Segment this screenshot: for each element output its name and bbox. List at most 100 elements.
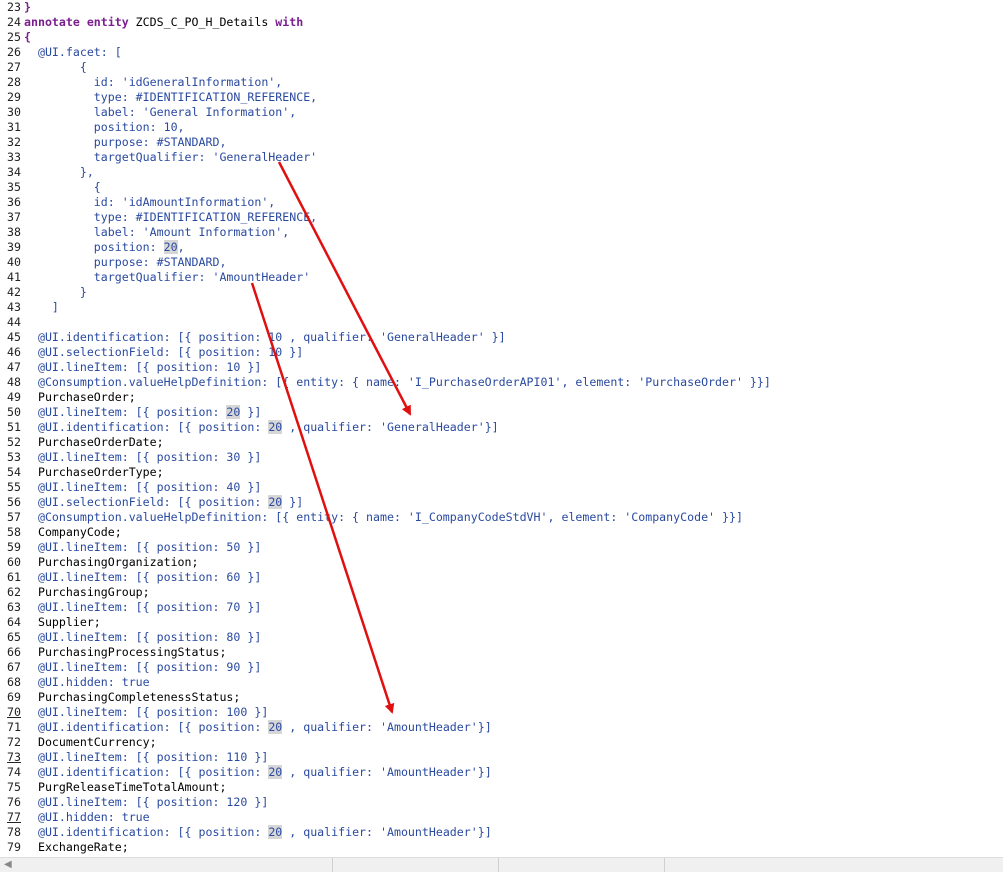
scroll-left-icon[interactable]: ◀ <box>4 859 12 870</box>
code-line[interactable]: 27 { <box>0 60 87 75</box>
line-number: 66 <box>7 645 21 659</box>
code-text: @UI.lineItem: [{ position: 70 }] <box>24 600 262 614</box>
code-line[interactable]: 32 purpose: #STANDARD, <box>0 135 226 150</box>
line-number: 41 <box>7 270 21 284</box>
code-text: @UI.lineItem: [{ position: 90 }] <box>24 660 262 674</box>
line-number: 77 <box>7 810 21 824</box>
code-line[interactable]: 38 label: 'Amount Information', <box>0 225 289 240</box>
code-line[interactable]: 29 type: #IDENTIFICATION_REFERENCE, <box>0 90 317 105</box>
code-line[interactable]: 56 @UI.selectionField: [{ position: 20 }… <box>0 495 303 510</box>
code-editor[interactable]: 23} 24 annotate entity ZCDS_C_PO_H_Details… <box>0 0 1003 857</box>
code-text: @UI.identification: [{ position: 20 , qu… <box>24 420 499 434</box>
code-text: @UI.lineItem: [{ position: 80 }] <box>24 630 262 644</box>
code-text: }, <box>24 165 94 179</box>
code-line[interactable]: 52 PurchaseOrderDate; <box>0 435 164 450</box>
code-line[interactable]: 49 PurchaseOrder; <box>0 390 136 405</box>
code-line[interactable]: 33 targetQualifier: 'GeneralHeader' <box>0 150 317 165</box>
code-text: @UI.selectionField: [{ position: 10 }] <box>24 345 304 359</box>
code-line[interactable]: 35 { <box>0 180 101 195</box>
line-number: 38 <box>7 225 21 239</box>
code-line[interactable]: 50 @UI.lineItem: [{ position: 20 }] <box>0 405 261 420</box>
code-line[interactable]: 70 @UI.lineItem: [{ position: 100 }] <box>0 705 268 720</box>
code-line[interactable]: 67 @UI.lineItem: [{ position: 90 }] <box>0 660 261 675</box>
line-number: 31 <box>7 120 21 134</box>
code-line[interactable]: 69 PurchasingCompletenessStatus; <box>0 690 240 705</box>
code-text: purpose: #STANDARD, <box>24 135 227 149</box>
code-line[interactable]: 77 @UI.hidden: true <box>0 810 150 825</box>
line-number: 74 <box>7 765 21 779</box>
line-number: 64 <box>7 615 21 629</box>
code-line[interactable]: 72 DocumentCurrency; <box>0 735 157 750</box>
code-line[interactable]: 73 @UI.lineItem: [{ position: 110 }] <box>0 750 268 765</box>
code-line[interactable]: 74 @UI.identification: [{ position: 20 ,… <box>0 765 492 780</box>
code-line[interactable]: 36 id: 'idAmountInformation', <box>0 195 275 210</box>
code-line[interactable]: 40 purpose: #STANDARD, <box>0 255 226 270</box>
code-line[interactable]: 71 @UI.identification: [{ position: 20 ,… <box>0 720 492 735</box>
line-number: 47 <box>7 360 21 374</box>
code-line[interactable]: 58 CompanyCode; <box>0 525 122 540</box>
line-number: 50 <box>7 405 21 419</box>
code-line[interactable]: 64 Supplier; <box>0 615 101 630</box>
code-text: } <box>24 285 87 299</box>
code-text: @UI.hidden: true <box>24 675 150 689</box>
code-text: @UI.selectionField: [{ position: 20 }] <box>24 495 304 509</box>
code-text: position: 10, <box>24 120 185 134</box>
code-line[interactable]: 44 <box>0 315 24 330</box>
code-line[interactable]: 30 label: 'General Information', <box>0 105 296 120</box>
code-line[interactable]: 62 PurchasingGroup; <box>0 585 150 600</box>
code-line[interactable]: 42 } <box>0 285 87 300</box>
code-line[interactable]: 26 @UI.facet: [ <box>0 45 122 60</box>
code-line[interactable]: 23} <box>0 0 31 15</box>
code-line[interactable]: 61 @UI.lineItem: [{ position: 60 }] <box>0 570 261 585</box>
code-text: type: #IDENTIFICATION_REFERENCE, <box>24 90 318 104</box>
code-line[interactable]: 79 ExchangeRate; <box>0 840 129 855</box>
code-line[interactable]: 47 @UI.lineItem: [{ position: 10 }] <box>0 360 261 375</box>
code-line[interactable]: 45 @UI.identification: [{ position: 10 ,… <box>0 330 506 345</box>
code-text: { <box>24 180 101 194</box>
line-number: 34 <box>7 165 21 179</box>
line-number: 78 <box>7 825 21 839</box>
code-line[interactable]: 63 @UI.lineItem: [{ position: 70 }] <box>0 600 261 615</box>
line-number: 69 <box>7 690 21 704</box>
code-line[interactable]: 75 PurgReleaseTimeTotalAmount; <box>0 780 226 795</box>
code-line[interactable]: 37 type: #IDENTIFICATION_REFERENCE, <box>0 210 317 225</box>
code-text: @UI.identification: [{ position: 20 , qu… <box>24 720 492 734</box>
code-line[interactable]: 55 @UI.lineItem: [{ position: 40 }] <box>0 480 261 495</box>
code-text: @UI.lineItem: [{ position: 40 }] <box>24 480 262 494</box>
code-line[interactable]: 41 targetQualifier: 'AmountHeader' <box>0 270 310 285</box>
code-line[interactable]: 46 @UI.selectionField: [{ position: 10 }… <box>0 345 303 360</box>
code-line[interactable]: 66 PurchasingProcessingStatus; <box>0 645 226 660</box>
code-line[interactable]: 51 @UI.identification: [{ position: 20 ,… <box>0 420 499 435</box>
code-line[interactable]: 25{ <box>0 30 31 45</box>
code-line[interactable]: 24 annotate entity ZCDS_C_PO_H_Details wi… <box>0 15 303 30</box>
code-text: @UI.lineItem: [{ position: 10 }] <box>24 360 262 374</box>
line-number: 79 <box>7 840 21 854</box>
code-text: ExchangeRate; <box>24 840 129 854</box>
code-line[interactable]: 53 @UI.lineItem: [{ position: 30 }] <box>0 450 261 465</box>
code-line[interactable]: 39 position: 20, <box>0 240 185 255</box>
line-number: 52 <box>7 435 21 449</box>
code-line[interactable]: 28 id: 'idGeneralInformation', <box>0 75 282 90</box>
line-number: 36 <box>7 195 21 209</box>
code-line[interactable]: 65 @UI.lineItem: [{ position: 80 }] <box>0 630 261 645</box>
line-number: 54 <box>7 465 21 479</box>
line-number: 59 <box>7 540 21 554</box>
code-line[interactable]: 76 @UI.lineItem: [{ position: 120 }] <box>0 795 268 810</box>
code-line[interactable]: 60 PurchasingOrganization; <box>0 555 198 570</box>
code-line[interactable]: 57 @Consumption.valueHelpDefinition: [{ … <box>0 510 743 525</box>
line-number: 28 <box>7 75 21 89</box>
code-line[interactable]: 78 @UI.identification: [{ position: 20 ,… <box>0 825 492 840</box>
code-text: @UI.lineItem: [{ position: 60 }] <box>24 570 262 584</box>
code-line[interactable]: 31 position: 10, <box>0 120 185 135</box>
code-line[interactable]: 48 @Consumption.valueHelpDefinition: [{ … <box>0 375 771 390</box>
line-number: 33 <box>7 150 21 164</box>
line-number: 45 <box>7 330 21 344</box>
code-line[interactable]: 43 ] <box>0 300 59 315</box>
code-text: PurgReleaseTimeTotalAmount; <box>24 780 227 794</box>
code-line[interactable]: 34 }, <box>0 165 94 180</box>
horizontal-scrollbar[interactable]: ◀ <box>0 857 1003 872</box>
code-line[interactable]: 54 PurchaseOrderType; <box>0 465 164 480</box>
line-number: 32 <box>7 135 21 149</box>
code-line[interactable]: 68 @UI.hidden: true <box>0 675 150 690</box>
code-line[interactable]: 59 @UI.lineItem: [{ position: 50 }] <box>0 540 261 555</box>
